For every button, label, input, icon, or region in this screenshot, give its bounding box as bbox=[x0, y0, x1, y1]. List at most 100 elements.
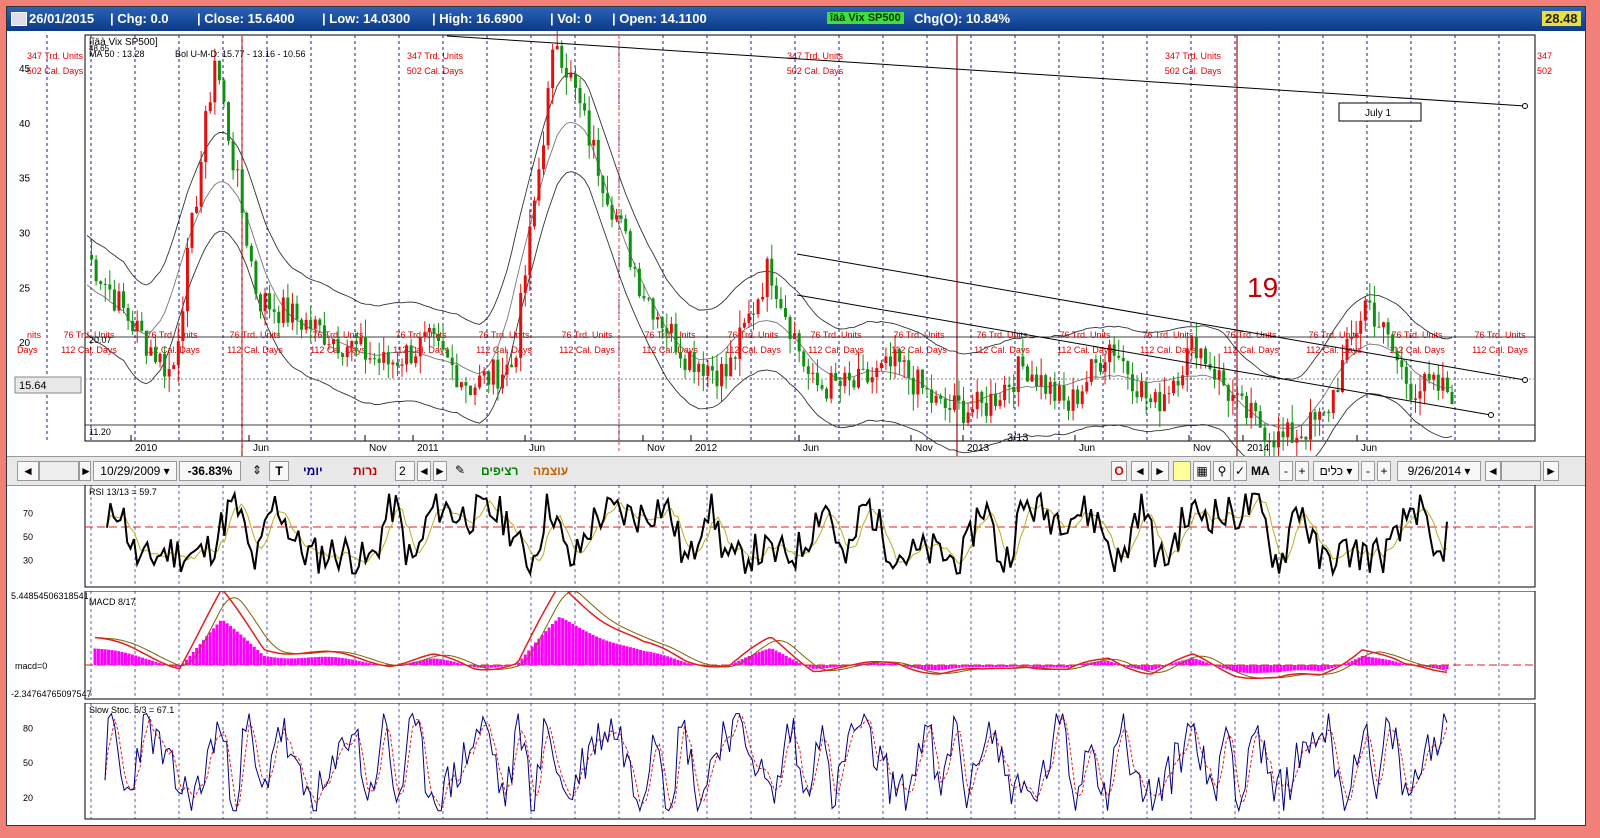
price-candle-body bbox=[637, 268, 641, 297]
start-date-select[interactable]: 10/29/2009 ▾ bbox=[93, 461, 177, 481]
scroll-right-button[interactable]: ► bbox=[79, 461, 92, 481]
scroll-right-button-2[interactable]: ► bbox=[1543, 461, 1559, 481]
price-candle-body bbox=[802, 351, 806, 367]
info-chgo: Chg(O): 10.84% bbox=[914, 11, 1011, 26]
cycle-label-mid: 76 Trd. Units bbox=[893, 330, 945, 340]
grid-icon[interactable]: ▦ bbox=[1193, 461, 1211, 481]
macd-panel[interactable]: 5.44854506318541 MACD 8/17 macd=0 -2.347… bbox=[7, 591, 1585, 701]
window-icon bbox=[11, 12, 27, 26]
price-candle-body bbox=[697, 363, 701, 372]
price-candle-body bbox=[957, 395, 961, 401]
continuous-option[interactable]: רציפים bbox=[481, 464, 518, 478]
stoch-panel[interactable]: 80 50 20 Slow Stoc. 5/3 = 67.1 bbox=[7, 703, 1585, 823]
period-daily[interactable]: יומי bbox=[303, 464, 323, 478]
rsi-title: RSI 13/13 = 59.7 bbox=[89, 487, 157, 497]
price-candle-body bbox=[1249, 402, 1253, 419]
cycle-label-mid: 112 Cal. Days bbox=[725, 345, 781, 355]
price-candle-body bbox=[514, 357, 518, 368]
tools-select[interactable]: כלים ▾ bbox=[1313, 461, 1359, 481]
nav-right-button[interactable]: ► bbox=[1151, 461, 1169, 481]
binoculars-icon[interactable]: ⚲ bbox=[1213, 461, 1231, 481]
price-candle-body bbox=[450, 357, 454, 366]
ma-increment[interactable]: + bbox=[1295, 461, 1309, 481]
price-candle-body bbox=[1181, 375, 1185, 386]
tools-increment[interactable]: + bbox=[1377, 461, 1391, 481]
rsi-panel[interactable]: 70 50 30 RSI 13/13 = 59.7 bbox=[7, 485, 1585, 589]
price-candle-body bbox=[318, 319, 322, 326]
cycle-label-mid: 112 Cal. Days bbox=[476, 345, 532, 355]
price-candle-body bbox=[103, 284, 107, 286]
stoch-tick-label: 20 bbox=[23, 793, 33, 803]
rsi-tick-label: 30 bbox=[23, 556, 33, 566]
scroll-left-button-2[interactable]: ◄ bbox=[1485, 461, 1501, 481]
x-tick-label: 2013 bbox=[967, 443, 990, 454]
x-tick-label: 2010 bbox=[135, 443, 158, 454]
price-candle-body bbox=[920, 369, 924, 389]
price-candle-body bbox=[1098, 362, 1102, 372]
percent-field[interactable]: -36.83% bbox=[179, 461, 241, 481]
scroll-track[interactable] bbox=[39, 461, 79, 481]
resize-vertical-icon[interactable]: ⇕ bbox=[247, 461, 267, 481]
info-low: | Low: 14.0300 bbox=[322, 11, 411, 26]
y-tick-label: 35 bbox=[19, 174, 31, 185]
price-candle-body bbox=[651, 298, 655, 320]
price-candle-body bbox=[1194, 337, 1198, 359]
price-candle-body bbox=[857, 368, 861, 388]
price-candle-body bbox=[907, 360, 911, 378]
price-candle-body bbox=[888, 356, 892, 367]
price-candle-body bbox=[459, 382, 463, 388]
last-price-label: 15.64 bbox=[19, 380, 47, 392]
scroll-left-button[interactable]: ◄ bbox=[17, 461, 39, 481]
price-candle-body bbox=[204, 111, 208, 163]
cycle-label-mid: 112 Cal. Days bbox=[559, 345, 615, 355]
tools-decrement[interactable]: - bbox=[1361, 461, 1375, 481]
x-tick-label: Jun bbox=[529, 443, 545, 454]
price-candle-body bbox=[1003, 384, 1007, 401]
text-tool-button[interactable]: T bbox=[269, 461, 289, 481]
price-candle-body bbox=[418, 337, 422, 357]
price-candle-body bbox=[1340, 360, 1344, 393]
number-increment[interactable]: ► bbox=[433, 461, 447, 481]
nav-left-button[interactable]: ◄ bbox=[1131, 461, 1149, 481]
price-candle-body bbox=[733, 357, 737, 359]
end-date-select[interactable]: 9/26/2014 ▾ bbox=[1397, 461, 1481, 481]
price-candle-body bbox=[770, 258, 774, 286]
price-candle-body bbox=[569, 73, 573, 78]
price-candle-body bbox=[829, 373, 833, 399]
price-candle-body bbox=[793, 333, 797, 340]
color-swatch-icon[interactable] bbox=[1173, 461, 1191, 481]
cycle-label-top: 502 Cal. Days bbox=[27, 66, 84, 76]
price-candle-body bbox=[1080, 391, 1084, 404]
info-chg: | Chg: 0.0 bbox=[110, 11, 169, 26]
x-tick-label: Nov bbox=[647, 443, 665, 454]
o-button[interactable]: O bbox=[1111, 461, 1127, 481]
price-candle-body bbox=[820, 385, 824, 389]
ma-decrement[interactable]: - bbox=[1279, 461, 1293, 481]
cycle-label-mid: 76 Trd. Units bbox=[1142, 330, 1194, 340]
chart-type-candles[interactable]: נרות bbox=[353, 464, 377, 478]
main-chart[interactable]: 347 Trd. Units 502 Cal. Days 347 Trd. Unit… bbox=[7, 31, 1585, 456]
price-candle-body bbox=[1108, 344, 1112, 363]
price-candle-body bbox=[528, 226, 532, 276]
price-candle-body bbox=[966, 412, 970, 423]
info-close: | Close: 15.6400 bbox=[197, 11, 295, 26]
price-candle-body bbox=[902, 360, 906, 362]
price-candle-body bbox=[583, 103, 587, 111]
price-candle-body bbox=[131, 320, 135, 332]
ma-checkbox[interactable]: ✓ bbox=[1233, 461, 1247, 481]
price-candle-body bbox=[1117, 355, 1121, 358]
price-candle-body bbox=[779, 299, 783, 309]
price-candle-body bbox=[532, 200, 536, 227]
price-candle-body bbox=[158, 353, 162, 363]
macd-title: MACD 8/17 bbox=[89, 597, 136, 607]
macd-zero-label: macd=0 bbox=[15, 661, 47, 671]
eraser-icon[interactable]: ✎ bbox=[451, 461, 469, 481]
number-decrement[interactable]: ◄ bbox=[417, 461, 431, 481]
strength-option[interactable]: עוצמה bbox=[533, 464, 568, 478]
y-tick-label: 30 bbox=[19, 229, 31, 240]
scroll-track-2[interactable] bbox=[1501, 461, 1541, 481]
price-candle-body bbox=[1258, 411, 1262, 428]
price-candle-body bbox=[523, 275, 527, 293]
july-box-label: July 1 bbox=[1365, 108, 1392, 119]
number-field[interactable]: 2 bbox=[395, 461, 415, 481]
